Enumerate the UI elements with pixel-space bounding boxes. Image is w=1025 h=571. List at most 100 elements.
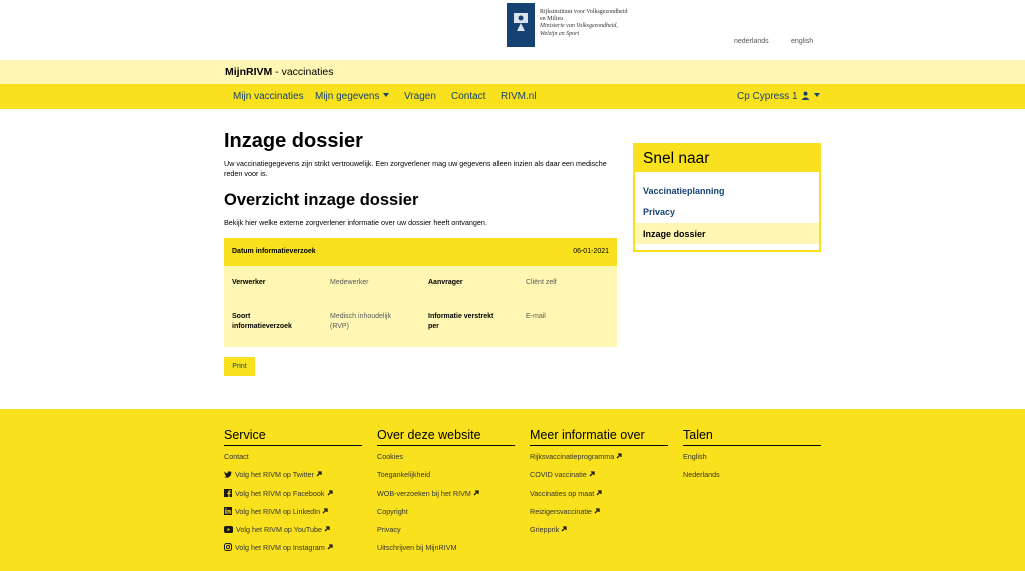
footer-link-twitter[interactable]: Volg het RIVM op Twitter: [224, 470, 362, 488]
quick-links-panel: Snel naar Vaccinatieplanning Privacy Inz…: [633, 143, 821, 252]
verwerker-label: Verwerker: [232, 279, 266, 286]
rijksoverheid-emblem-icon: [507, 3, 535, 47]
page-title: Inzage dossier: [224, 130, 363, 152]
footer-link-vaccinaties-op-maat[interactable]: Vaccinaties op maat: [530, 489, 668, 507]
footer-link-griepprik[interactable]: Griepprik: [530, 525, 668, 543]
caret-down-icon: [383, 93, 390, 97]
soort-label-line: informatieverzoek: [232, 323, 292, 330]
nav-rivm[interactable]: RIVM.nl: [501, 91, 537, 102]
footer-link-toegankelijkheid[interactable]: Toegankelijkheid: [377, 470, 515, 488]
soort-value-line: Medisch inhoudelijk: [330, 313, 392, 320]
external-link-icon: [616, 453, 622, 459]
dossier-record-card: Datum informatieverzoek 06-01-2021 Verwe…: [224, 238, 617, 347]
footer-talen: Talen English Nederlands: [683, 428, 821, 489]
footer-link-uitschrijven[interactable]: Uitschrijven bij MijnRIVM: [377, 543, 515, 561]
footer-link-label: WOB-verzoeken bij het RIVM: [377, 488, 471, 498]
rivm-logo[interactable]: Rijksinstituut voor Volksgezondheid en M…: [507, 3, 747, 55]
footer-link-label: Volg het RIVM op LinkedIn: [235, 506, 321, 516]
footer-link-nederlands[interactable]: Nederlands: [683, 470, 821, 488]
record-date: 06-01-2021: [573, 248, 609, 255]
app-title-bar: MijnRIVM - vaccinaties: [0, 60, 1025, 84]
footer-link-youtube[interactable]: Volg het RIVM op YouTube: [224, 525, 362, 543]
footer-link-label: Volg het RIVM op YouTube: [236, 525, 323, 535]
main-nav: Mijn vaccinaties Mijn gegevens Vragen Co…: [0, 84, 1025, 109]
logo-line: Ministerie van Volksgezondheid,: [540, 23, 618, 30]
user-name: Cp Cypress 1: [737, 91, 798, 102]
aanvrager-value: Cliënt zelf: [526, 279, 557, 286]
external-link-icon: [316, 471, 322, 477]
language-nl-link[interactable]: nederlands: [734, 38, 769, 45]
footer-link-linkedin[interactable]: Volg het RIVM op LinkedIn: [224, 506, 362, 525]
footer-link-covid[interactable]: COVID vaccinatie: [530, 470, 668, 488]
twitter-icon: [224, 471, 232, 479]
soort-label: Soort informatieverzoek: [232, 312, 292, 332]
footer-service: Service Contact Volg het RIVM op Twitter…: [224, 428, 362, 562]
verstrekt-label: Informatie verstrekt per: [428, 312, 493, 332]
footer-link-english[interactable]: English: [683, 452, 821, 470]
quick-links-header: Snel naar: [635, 145, 819, 172]
footer-link-label: Vaccinaties op maat: [530, 488, 595, 498]
footer-meer-title: Meer informatie over: [530, 428, 668, 446]
nav-vragen[interactable]: Vragen: [404, 91, 436, 102]
external-link-icon: [594, 508, 600, 514]
verstrekt-value: E-mail: [526, 313, 546, 320]
nav-mijn-vaccinaties[interactable]: Mijn vaccinaties: [233, 91, 304, 102]
footer-link-facebook[interactable]: Volg het RIVM op Facebook: [224, 488, 362, 507]
intro-text: Uw vaccinatiegegevens zijn strikt vertro…: [224, 159, 607, 178]
instagram-icon: [224, 543, 232, 552]
logo-text: Rijksinstituut voor Volksgezondheid en M…: [540, 9, 740, 38]
footer-link-copyright[interactable]: Copyright: [377, 507, 515, 525]
footer-link-label: Volg het RIVM op Instagram: [235, 543, 325, 553]
print-button[interactable]: Print: [224, 357, 255, 376]
external-link-icon: [327, 544, 333, 550]
footer-link-instagram[interactable]: Volg het RIVM op Instagram: [224, 543, 362, 561]
footer-link-contact[interactable]: Contact: [224, 452, 362, 470]
external-link-icon: [327, 489, 333, 496]
section-intro: Bekijk hier welke externe zorgverlener i…: [224, 218, 487, 227]
section-title: Overzicht inzage dossier: [224, 191, 419, 209]
external-link-icon: [322, 508, 328, 514]
footer-link-rvp[interactable]: Rijksvaccinatieprogramma: [530, 452, 668, 470]
app-suffix: - vaccinaties: [272, 66, 334, 78]
footer-link-privacy[interactable]: Privacy: [377, 525, 515, 543]
youtube-icon: [224, 526, 233, 534]
quick-link-vaccinatieplanning[interactable]: Vaccinatieplanning: [643, 186, 725, 196]
user-menu[interactable]: Cp Cypress 1: [737, 91, 820, 102]
quick-links-title: Snel naar: [643, 150, 710, 167]
external-link-icon: [473, 489, 479, 496]
verwerker-value: Medewerker: [330, 279, 369, 286]
footer-link-reizigersvaccinatie[interactable]: Reizigersvaccinatie: [530, 507, 668, 525]
footer-link-wob[interactable]: WOB-verzoeken bij het RIVM: [377, 489, 515, 507]
logo-line: en Milieu: [540, 16, 564, 23]
site-header: Rijksinstituut voor Volksgezondheid en M…: [0, 0, 1025, 60]
caret-down-icon: [813, 93, 820, 97]
external-link-icon: [324, 526, 330, 532]
record-date-label: Datum informatieverzoek: [232, 248, 316, 255]
nav-contact[interactable]: Contact: [451, 91, 485, 102]
app-title[interactable]: MijnRIVM - vaccinaties: [225, 66, 334, 78]
logo-line: Welzijn en Sport: [540, 30, 580, 37]
language-en-link[interactable]: english: [791, 38, 813, 45]
footer-link-label: Reizigersvaccinatie: [530, 506, 592, 516]
footer-talen-title: Talen: [683, 428, 821, 446]
external-link-icon: [561, 526, 567, 532]
quick-link-privacy[interactable]: Privacy: [643, 207, 675, 217]
external-link-icon: [596, 489, 602, 496]
quick-link-inzage-dossier[interactable]: Inzage dossier: [635, 223, 819, 244]
verstrekt-label-line: per: [428, 323, 439, 330]
external-link-icon: [589, 471, 595, 477]
logo-line: Rijksinstituut voor Volksgezondheid: [540, 9, 628, 15]
footer-meer: Meer informatie over Rijksvaccinatieprog…: [530, 428, 668, 543]
soort-value-line: (RVP): [330, 323, 349, 330]
soort-label-line: Soort: [232, 313, 251, 320]
nav-mijn-gegevens[interactable]: Mijn gegevens: [315, 91, 390, 102]
footer-link-cookies[interactable]: Cookies: [377, 452, 515, 470]
user-icon: [801, 91, 810, 100]
quick-link-active-label: Inzage dossier: [643, 229, 706, 239]
footer-website: Over deze website Cookies Toegankelijkhe…: [377, 428, 515, 562]
soort-value: Medisch inhoudelijk (RVP): [330, 312, 391, 332]
facebook-icon: [224, 488, 232, 497]
footer-service-title: Service: [224, 428, 362, 446]
footer-website-title: Over deze website: [377, 428, 515, 446]
app-brand: MijnRIVM: [225, 66, 273, 78]
